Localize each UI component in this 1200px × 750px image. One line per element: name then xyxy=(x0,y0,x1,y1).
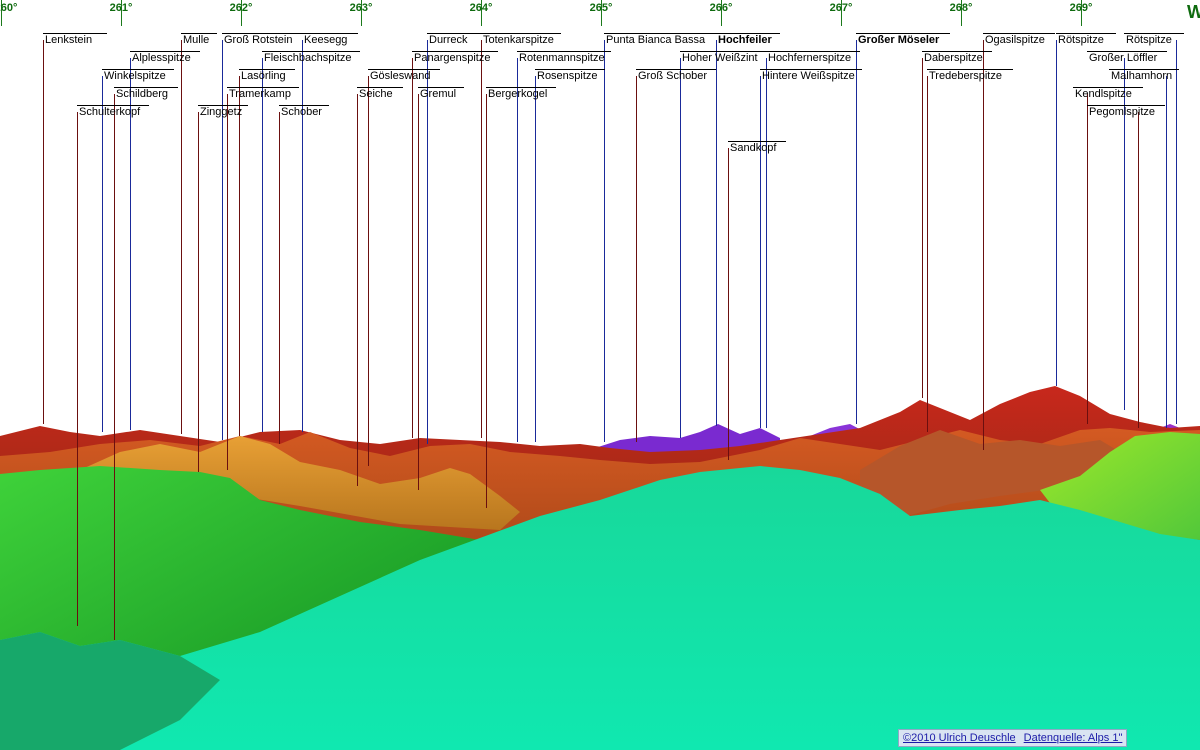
peak-leader-line xyxy=(922,58,923,398)
peak-leader-line xyxy=(43,40,44,424)
axis-tick-label: 262° xyxy=(229,2,253,14)
peak-label: Schulterkopf xyxy=(77,105,149,119)
peak-label: Rosenspitze xyxy=(535,69,605,83)
peak-leader-line xyxy=(1138,112,1139,428)
peak-leader-line xyxy=(198,112,199,472)
axis-tick-label: 268° xyxy=(949,2,973,14)
peak-label: Kendlspitze xyxy=(1073,87,1143,101)
axis-tick-label: 260° xyxy=(0,2,18,14)
peak-leader-line xyxy=(1176,40,1177,424)
peak-leader-line xyxy=(604,40,605,442)
peak-leader-line xyxy=(486,94,487,508)
terrain-panorama xyxy=(0,386,1200,750)
peak-label: Panargenspitze xyxy=(412,51,498,65)
peak-leader-line xyxy=(239,76,240,436)
peak-label: Großer Löffler xyxy=(1087,51,1167,65)
peak-leader-line xyxy=(983,40,984,450)
axis-tick-label: 264° xyxy=(469,2,493,14)
peak-label: Sandkopf xyxy=(728,141,786,155)
peak-leader-line xyxy=(1166,76,1167,428)
peak-label: Pegomlspitze xyxy=(1087,105,1165,119)
peak-leader-line xyxy=(728,148,729,460)
peak-label: Groß Schober xyxy=(636,69,716,83)
credits-bar: ©2010 Ulrich Deuschle Datenquelle: Alps 1… xyxy=(898,729,1128,747)
peak-label: Bergerkogel xyxy=(486,87,556,101)
peak-label: Schildberg xyxy=(114,87,178,101)
peak-leader-line xyxy=(114,94,115,640)
peak-label: Schober xyxy=(279,105,329,119)
peak-leader-line xyxy=(222,40,223,440)
peak-label: Winkelspitze xyxy=(102,69,174,83)
peak-leader-line xyxy=(517,58,518,442)
peak-leader-line xyxy=(856,40,857,424)
data-source-link[interactable]: Datenquelle: Alps 1" xyxy=(1024,732,1123,744)
axis-tick-label: 261° xyxy=(109,2,133,14)
copyright-link[interactable]: ©2010 Ulrich Deuschle xyxy=(903,732,1016,744)
peak-label: Groß Rotstein xyxy=(222,33,302,47)
peak-label: Mulle xyxy=(181,33,217,47)
axis-tick-label: 269° xyxy=(1069,2,1093,14)
peak-label: Rotenmannspitze xyxy=(517,51,611,65)
peak-leader-line xyxy=(760,76,761,428)
peak-leader-line xyxy=(227,94,228,470)
peak-label: Keesegg xyxy=(302,33,358,47)
axis-tick-label: 263° xyxy=(349,2,373,14)
peak-leader-line xyxy=(481,40,482,438)
peak-label: Tramerkamp xyxy=(227,87,299,101)
peak-label: Punta Bianca Bassa xyxy=(604,33,716,47)
peak-label: Gösleswand xyxy=(368,69,440,83)
peak-leader-line xyxy=(181,40,182,434)
peak-label: Alplesspitze xyxy=(130,51,200,65)
peak-leader-line xyxy=(535,76,536,442)
peak-leader-line xyxy=(927,76,928,432)
peak-label: Rötspitze xyxy=(1056,33,1116,47)
compass-direction-label: W xyxy=(1187,2,1200,22)
peak-leader-line xyxy=(680,58,681,438)
peak-leader-line xyxy=(357,94,358,486)
axis-tick-label: 266° xyxy=(709,2,733,14)
peak-leader-line xyxy=(1087,94,1088,424)
peak-label: Daberspitze xyxy=(922,51,992,65)
peak-leader-line xyxy=(766,58,767,428)
peak-leader-line xyxy=(102,76,103,432)
peak-leader-line xyxy=(262,58,263,432)
peak-label: Durreck xyxy=(427,33,481,47)
peak-label: Gremul xyxy=(418,87,464,101)
peak-leader-line xyxy=(368,76,369,466)
peak-label: Hochfernerspitze xyxy=(766,51,860,65)
peak-leader-line xyxy=(1056,40,1057,386)
peak-label: Großer Möseler xyxy=(856,33,950,47)
peak-label: Hochfeiler xyxy=(716,33,780,47)
peak-leader-line xyxy=(77,112,78,626)
peak-label: Ogasilspitze xyxy=(983,33,1055,47)
peak-label: Fleischbachspitze xyxy=(262,51,360,65)
peak-label: Malhamhorn xyxy=(1109,69,1179,83)
axis-tick-label: 267° xyxy=(829,2,853,14)
peak-label: Totenkarspitze xyxy=(481,33,561,47)
peak-label: Tredeberspitze xyxy=(927,69,1013,83)
peak-label: Rötspitze xyxy=(1124,33,1184,47)
panorama-view: 260° 261° 262° 263° 264° 265° 266° 267° … xyxy=(0,0,1200,750)
peak-label: Seiche xyxy=(357,87,403,101)
axis-tick-label: 265° xyxy=(589,2,613,14)
peak-leader-line xyxy=(636,76,637,442)
peak-leader-line xyxy=(716,40,717,426)
peak-leader-line xyxy=(279,112,280,444)
peak-label: Lasörling xyxy=(239,69,295,83)
peak-label: Hintere Weißspitze xyxy=(760,69,862,83)
peak-label: Lenkstein xyxy=(43,33,107,47)
peak-leader-line xyxy=(418,94,419,490)
peak-leader-line xyxy=(412,58,413,438)
peak-label: Hoher Weißzint xyxy=(680,51,766,65)
peak-leader-line xyxy=(302,40,303,432)
peak-label: Zinggetz xyxy=(198,105,248,119)
